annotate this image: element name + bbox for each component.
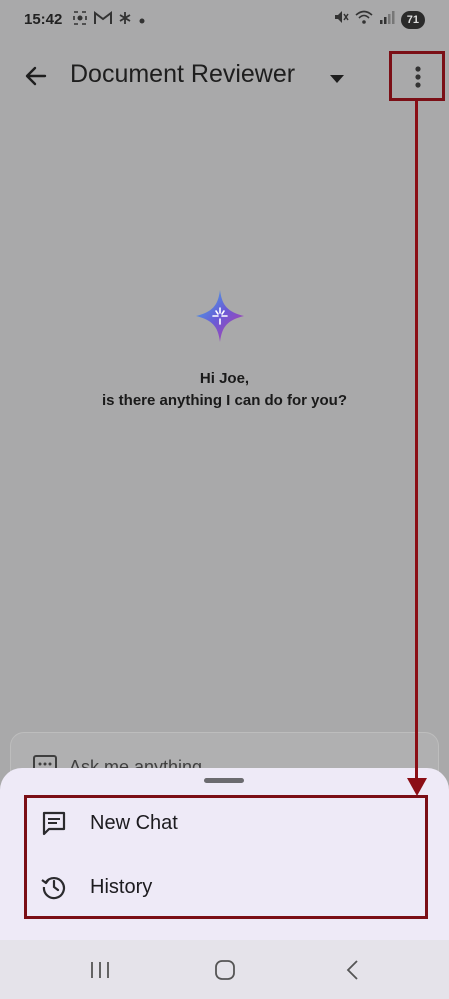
greeting-text: Hi Joe, is there anything I can do for y… [0,368,449,412]
recents-icon [91,962,109,978]
asterisk-icon [118,11,132,30]
caret-down-icon [330,75,344,83]
system-nav-bar [0,940,449,999]
status-right-icons: 71 [333,9,425,30]
highlight-more-button [389,51,445,101]
status-time: 15:42 [24,11,63,28]
greeting-line-2: is there anything I can do for you? [101,392,348,409]
back-button[interactable] [20,60,52,92]
sheet-drag-handle[interactable] [204,778,244,783]
greeting-line-1: Hi Joe, [199,370,250,387]
title-dropdown-button[interactable] [330,70,344,88]
page-title[interactable]: Document Reviewer [70,60,295,89]
home-button[interactable] [205,952,245,988]
highlight-menu-items [24,795,428,919]
back-icon [346,960,358,980]
arrow-left-icon [25,66,47,86]
annotation-arrow-head [407,778,427,796]
app-bar: Document Reviewer [0,48,449,104]
annotation-arrow-line [415,101,418,781]
battery-badge: 71 [400,10,425,29]
gmail-icon [94,11,112,30]
nav-back-button[interactable] [332,952,372,988]
wifi-icon [355,9,373,30]
mute-icon [333,9,349,30]
screenshot-icon [72,10,88,31]
status-bar: 15:42 71 [0,0,449,40]
sparkle-logo-icon [196,290,244,347]
dot-icon [138,12,146,30]
home-icon [215,960,235,980]
status-left-icons [72,10,146,31]
recents-button[interactable] [80,952,120,988]
signal-icon [379,9,395,30]
